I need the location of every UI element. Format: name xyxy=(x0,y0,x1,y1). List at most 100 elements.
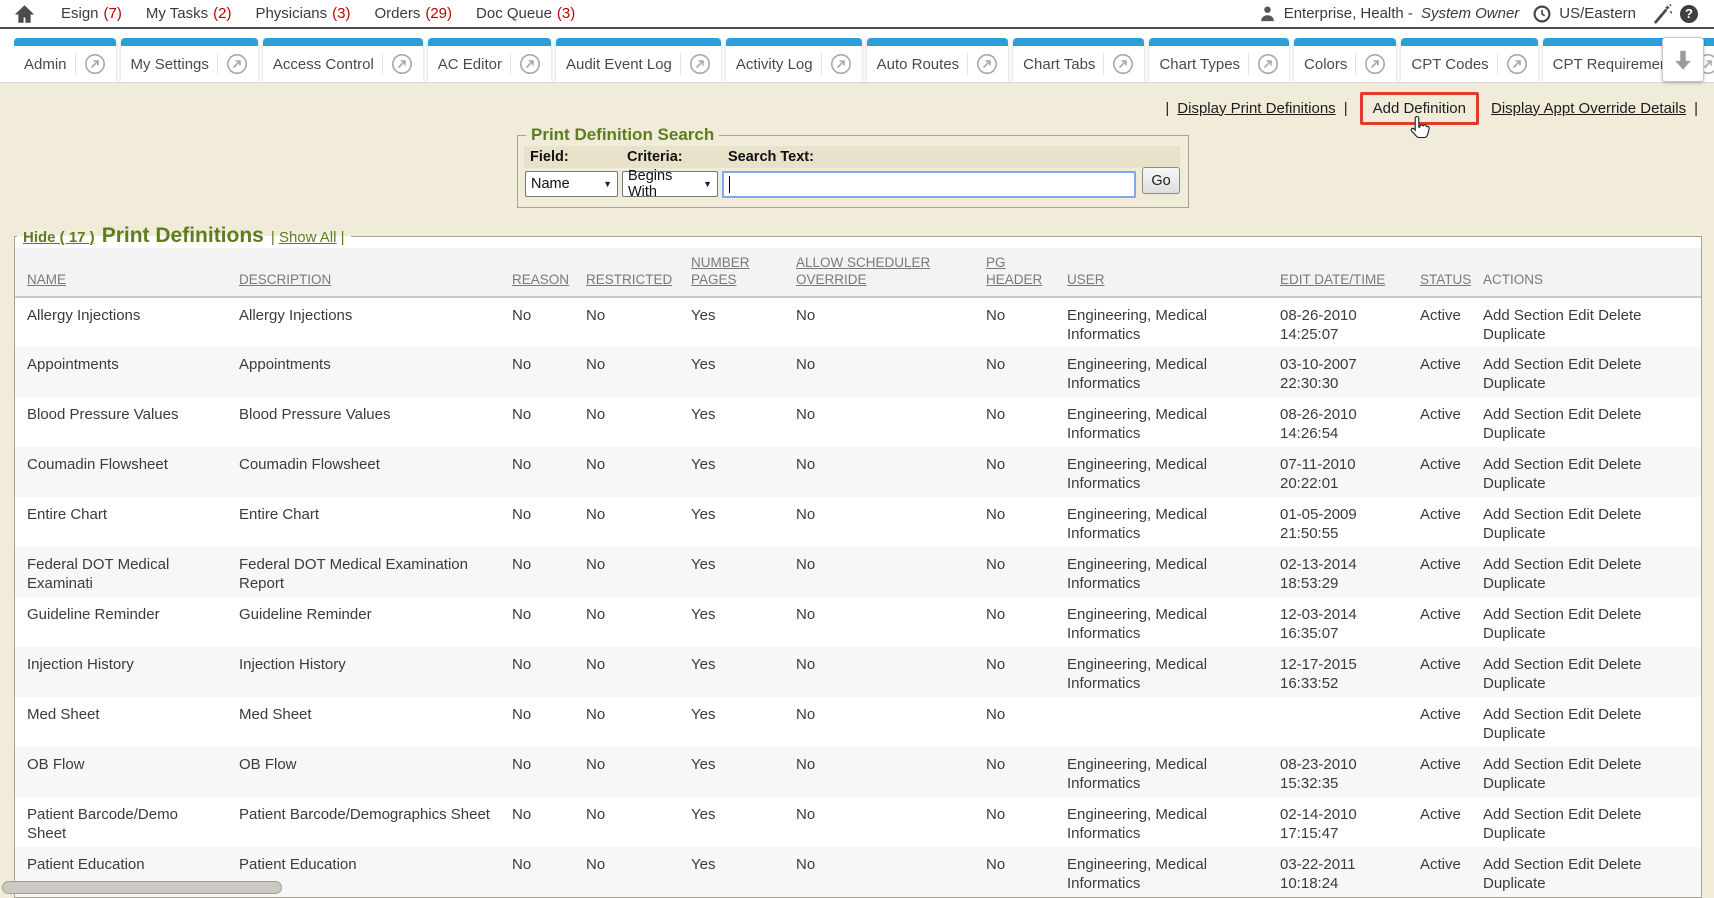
wand-icon[interactable] xyxy=(1652,4,1672,24)
col-header-status[interactable]: STATUS xyxy=(1420,248,1483,297)
action-delete-link[interactable]: Delete xyxy=(1598,756,1641,773)
topnav-item-my-tasks[interactable]: My Tasks(2) xyxy=(146,5,232,22)
action-edit-link[interactable]: Edit xyxy=(1568,456,1594,473)
action-duplicate-link[interactable]: Duplicate xyxy=(1483,575,1546,592)
action-duplicate-link[interactable]: Duplicate xyxy=(1483,625,1546,642)
open-in-new-icon[interactable] xyxy=(976,53,998,75)
action-duplicate-link[interactable]: Duplicate xyxy=(1483,875,1546,892)
col-header-edit-date-time[interactable]: EDIT DATE/TIME xyxy=(1280,248,1420,297)
open-in-new-icon[interactable] xyxy=(391,53,413,75)
action-delete-link[interactable]: Delete xyxy=(1598,406,1641,423)
action-add-section-link[interactable]: Add Section xyxy=(1483,307,1564,324)
display-print-definitions-link[interactable]: Display Print Definitions xyxy=(1177,100,1335,117)
col-header-reason[interactable]: REASON xyxy=(512,248,586,297)
action-delete-link[interactable]: Delete xyxy=(1598,307,1641,324)
tab-my-settings[interactable]: My Settings xyxy=(121,38,258,82)
horizontal-scrollbar-thumb[interactable] xyxy=(2,881,282,894)
action-duplicate-link[interactable]: Duplicate xyxy=(1483,425,1546,442)
open-in-new-icon[interactable] xyxy=(1364,53,1386,75)
tab-colors[interactable]: Colors xyxy=(1294,38,1396,82)
action-delete-link[interactable]: Delete xyxy=(1598,556,1641,573)
action-add-section-link[interactable]: Add Section xyxy=(1483,606,1564,623)
topnav-item-orders[interactable]: Orders(29) xyxy=(375,5,453,22)
tab-audit-event-log[interactable]: Audit Event Log xyxy=(556,38,721,82)
action-add-section-link[interactable]: Add Section xyxy=(1483,506,1564,523)
action-duplicate-link[interactable]: Duplicate xyxy=(1483,525,1546,542)
hide-link[interactable]: Hide ( 17 ) xyxy=(23,229,95,246)
col-header-user[interactable]: USER xyxy=(1067,248,1280,297)
more-tabs-button[interactable] xyxy=(1662,37,1704,82)
open-in-new-icon[interactable] xyxy=(519,53,541,75)
action-delete-link[interactable]: Delete xyxy=(1598,706,1641,723)
action-delete-link[interactable]: Delete xyxy=(1598,856,1641,873)
action-delete-link[interactable]: Delete xyxy=(1598,356,1641,373)
help-icon[interactable]: ? xyxy=(1680,5,1698,23)
action-add-section-link[interactable]: Add Section xyxy=(1483,406,1564,423)
open-in-new-icon[interactable] xyxy=(84,53,106,75)
go-button[interactable]: Go xyxy=(1142,167,1180,194)
col-header-allow-scheduler-override[interactable]: ALLOW SCHEDULER OVERRIDE xyxy=(796,248,986,297)
action-edit-link[interactable]: Edit xyxy=(1568,856,1594,873)
action-add-section-link[interactable]: Add Section xyxy=(1483,556,1564,573)
action-duplicate-link[interactable]: Duplicate xyxy=(1483,326,1546,343)
action-edit-link[interactable]: Edit xyxy=(1568,656,1594,673)
timezone-label[interactable]: US/Eastern xyxy=(1559,5,1636,22)
open-in-new-icon[interactable] xyxy=(689,53,711,75)
topnav-item-physicians[interactable]: Physicians(3) xyxy=(255,5,350,22)
action-add-section-link[interactable]: Add Section xyxy=(1483,806,1564,823)
open-in-new-icon[interactable] xyxy=(1506,53,1528,75)
show-all-link[interactable]: Show All xyxy=(279,229,337,246)
open-in-new-icon[interactable] xyxy=(830,53,852,75)
action-add-section-link[interactable]: Add Section xyxy=(1483,856,1564,873)
display-appt-override-link[interactable]: Display Appt Override Details xyxy=(1491,100,1686,117)
action-edit-link[interactable]: Edit xyxy=(1568,806,1594,823)
tab-chart-tabs[interactable]: Chart Tabs xyxy=(1013,38,1144,82)
tab-ac-editor[interactable]: AC Editor xyxy=(428,38,551,82)
action-edit-link[interactable]: Edit xyxy=(1568,706,1594,723)
action-edit-link[interactable]: Edit xyxy=(1568,606,1594,623)
col-header-restricted[interactable]: RESTRICTED xyxy=(586,248,691,297)
field-select[interactable]: Name ▼ xyxy=(525,171,618,197)
action-edit-link[interactable]: Edit xyxy=(1568,406,1594,423)
tab-auto-routes[interactable]: Auto Routes xyxy=(867,38,1009,82)
tab-activity-log[interactable]: Activity Log xyxy=(726,38,862,82)
topnav-item-doc-queue[interactable]: Doc Queue(3) xyxy=(476,5,575,22)
tab-chart-types[interactable]: Chart Types xyxy=(1149,38,1289,82)
action-duplicate-link[interactable]: Duplicate xyxy=(1483,675,1546,692)
col-header-description[interactable]: DESCRIPTION xyxy=(239,248,512,297)
cell-allow-scheduler-override: No xyxy=(796,347,986,397)
action-delete-link[interactable]: Delete xyxy=(1598,656,1641,673)
action-duplicate-link[interactable]: Duplicate xyxy=(1483,825,1546,842)
tab-access-control[interactable]: Access Control xyxy=(263,38,423,82)
action-add-section-link[interactable]: Add Section xyxy=(1483,356,1564,373)
col-header-number-pages[interactable]: NUMBER PAGES xyxy=(691,248,796,297)
action-duplicate-link[interactable]: Duplicate xyxy=(1483,375,1546,392)
home-icon[interactable] xyxy=(14,4,35,24)
action-edit-link[interactable]: Edit xyxy=(1568,756,1594,773)
action-duplicate-link[interactable]: Duplicate xyxy=(1483,475,1546,492)
action-add-section-link[interactable]: Add Section xyxy=(1483,756,1564,773)
action-edit-link[interactable]: Edit xyxy=(1568,356,1594,373)
topnav-item-esign[interactable]: Esign(7) xyxy=(61,5,122,22)
open-in-new-icon[interactable] xyxy=(1257,53,1279,75)
action-edit-link[interactable]: Edit xyxy=(1568,556,1594,573)
action-add-section-link[interactable]: Add Section xyxy=(1483,706,1564,723)
action-edit-link[interactable]: Edit xyxy=(1568,307,1594,324)
action-delete-link[interactable]: Delete xyxy=(1598,506,1641,523)
action-delete-link[interactable]: Delete xyxy=(1598,806,1641,823)
criteria-select[interactable]: Begins With ▼ xyxy=(622,171,718,197)
tab-cpt-codes[interactable]: CPT Codes xyxy=(1401,38,1537,82)
action-add-section-link[interactable]: Add Section xyxy=(1483,456,1564,473)
search-text-input[interactable] xyxy=(724,173,1134,196)
col-header-name[interactable]: NAME xyxy=(15,248,239,297)
col-header-pg-header[interactable]: PG HEADER xyxy=(986,248,1067,297)
action-add-section-link[interactable]: Add Section xyxy=(1483,656,1564,673)
action-delete-link[interactable]: Delete xyxy=(1598,606,1641,623)
open-in-new-icon[interactable] xyxy=(1112,53,1134,75)
action-duplicate-link[interactable]: Duplicate xyxy=(1483,725,1546,742)
tab-admin[interactable]: Admin xyxy=(14,38,116,82)
action-delete-link[interactable]: Delete xyxy=(1598,456,1641,473)
action-duplicate-link[interactable]: Duplicate xyxy=(1483,775,1546,792)
open-in-new-icon[interactable] xyxy=(226,53,248,75)
action-edit-link[interactable]: Edit xyxy=(1568,506,1594,523)
